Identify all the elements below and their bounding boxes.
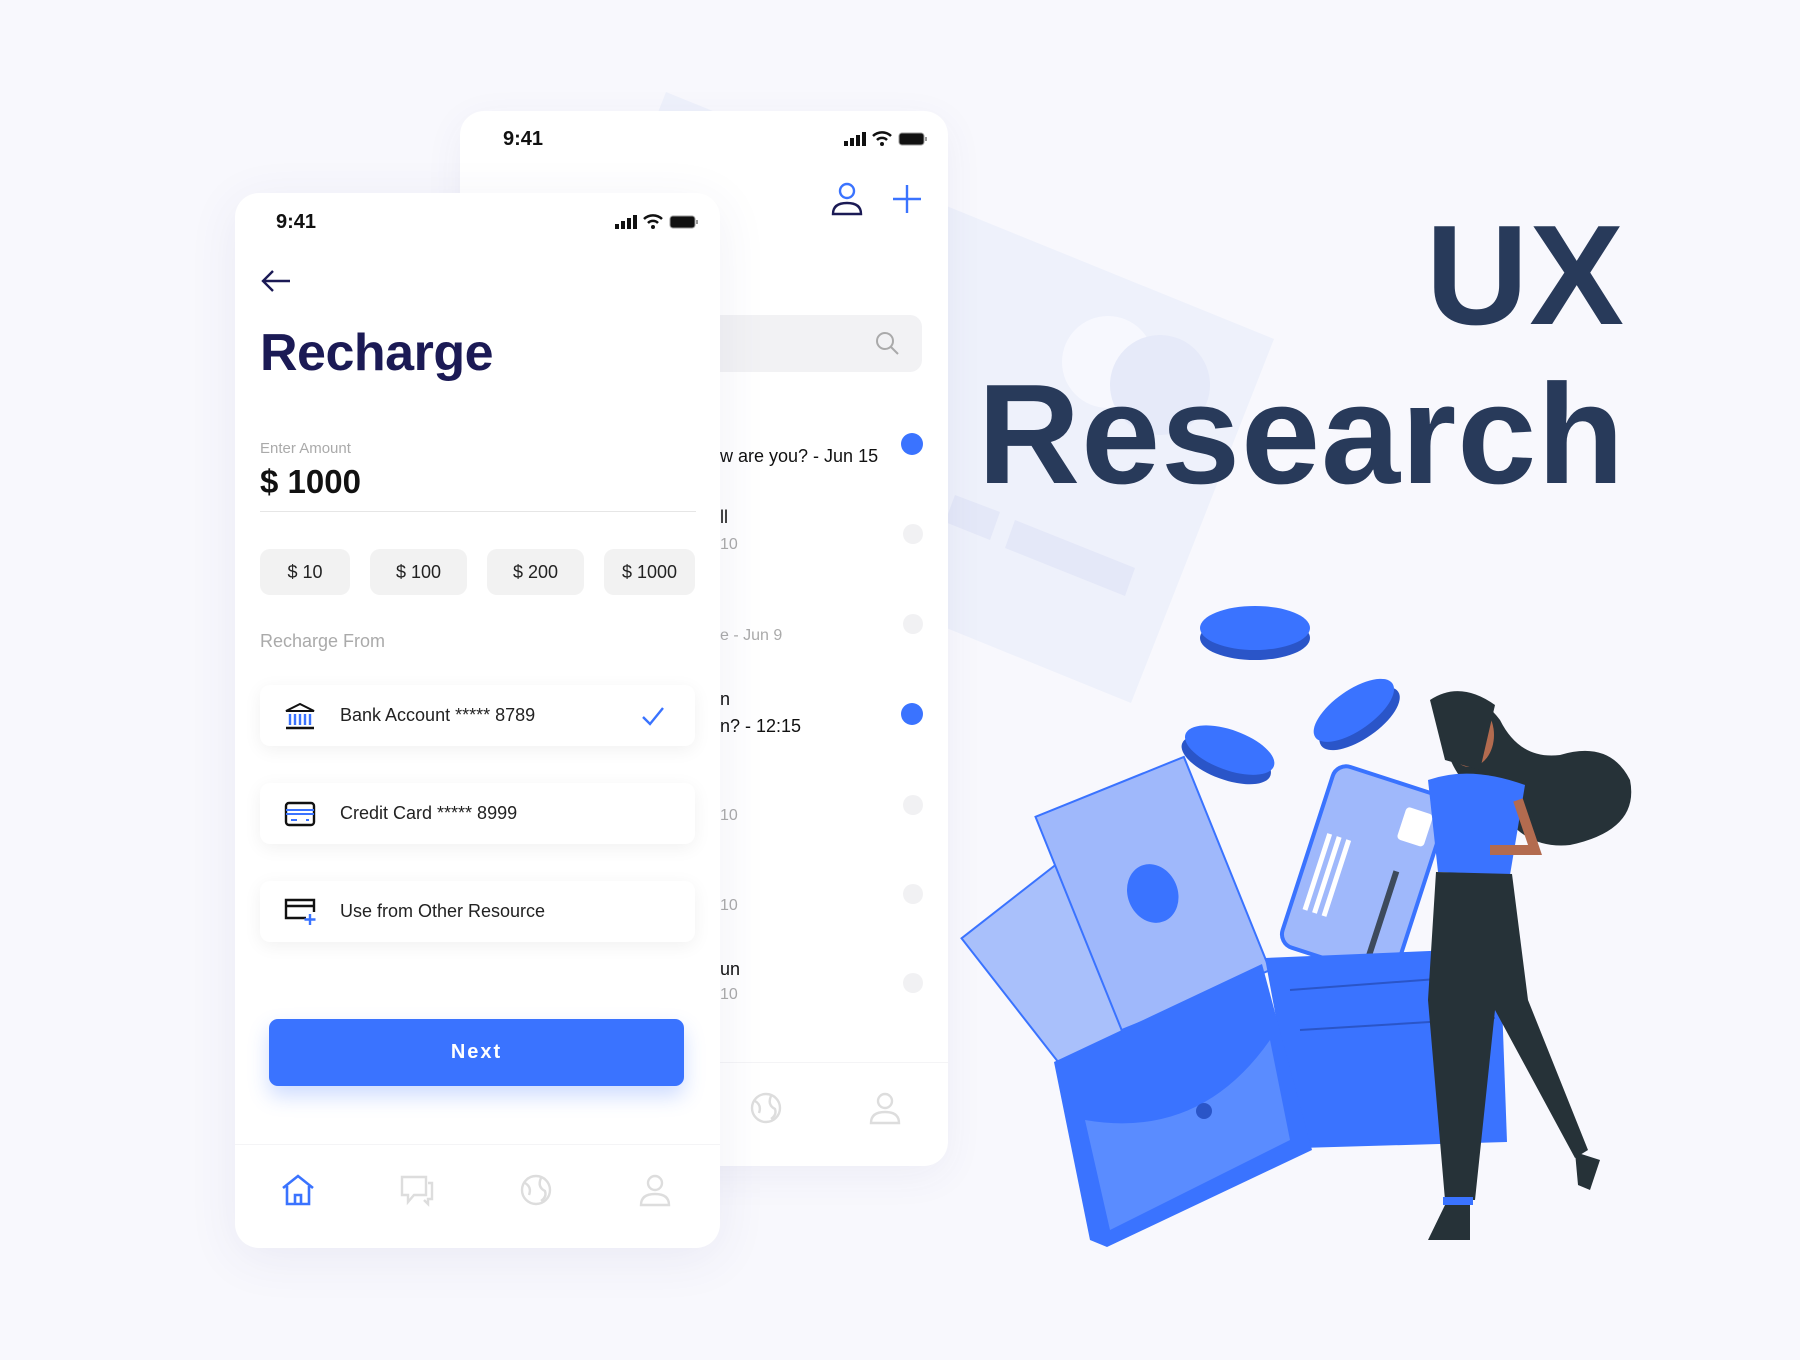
woman-illustration	[1428, 691, 1632, 1240]
wallet-woman-illustration	[960, 606, 1632, 1247]
credit-card-illustration	[1279, 764, 1450, 979]
coins-illustration	[1181, 606, 1400, 785]
